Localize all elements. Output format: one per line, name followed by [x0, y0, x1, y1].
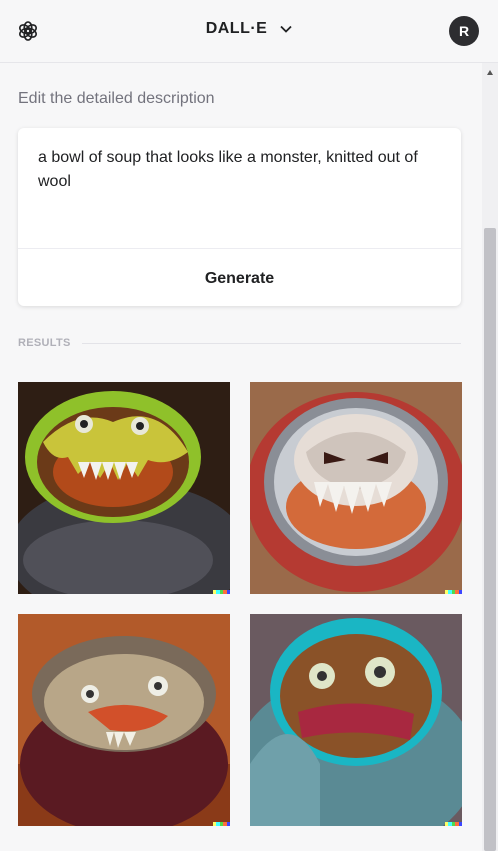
scrollbar-thumb[interactable]: [484, 228, 496, 851]
prompt-textarea[interactable]: a bowl of soup that looks like a monster…: [38, 146, 448, 194]
dalle-signature: [445, 822, 462, 826]
result-image-4[interactable]: [250, 614, 462, 826]
generate-button[interactable]: Generate: [18, 249, 461, 306]
user-avatar[interactable]: R: [449, 16, 479, 46]
top-bar: DALL·E R: [0, 0, 498, 63]
chevron-down-icon: [280, 20, 292, 38]
result-image-3[interactable]: [18, 614, 230, 826]
results-heading: RESULTS: [18, 337, 71, 349]
app-title: DALL·E: [205, 20, 268, 38]
edit-description-label: Edit the detailed description: [18, 90, 215, 107]
result-image-2[interactable]: [250, 382, 462, 594]
dalle-signature: [213, 822, 230, 826]
prompt-card: a bowl of soup that looks like a monster…: [18, 128, 461, 306]
result-image-1[interactable]: [18, 382, 230, 594]
results-divider: [82, 343, 461, 344]
scroll-up-arrow-icon[interactable]: [487, 70, 493, 75]
dalle-signature: [445, 590, 462, 594]
app-switcher[interactable]: DALL·E: [0, 20, 498, 38]
dalle-signature: [213, 590, 230, 594]
